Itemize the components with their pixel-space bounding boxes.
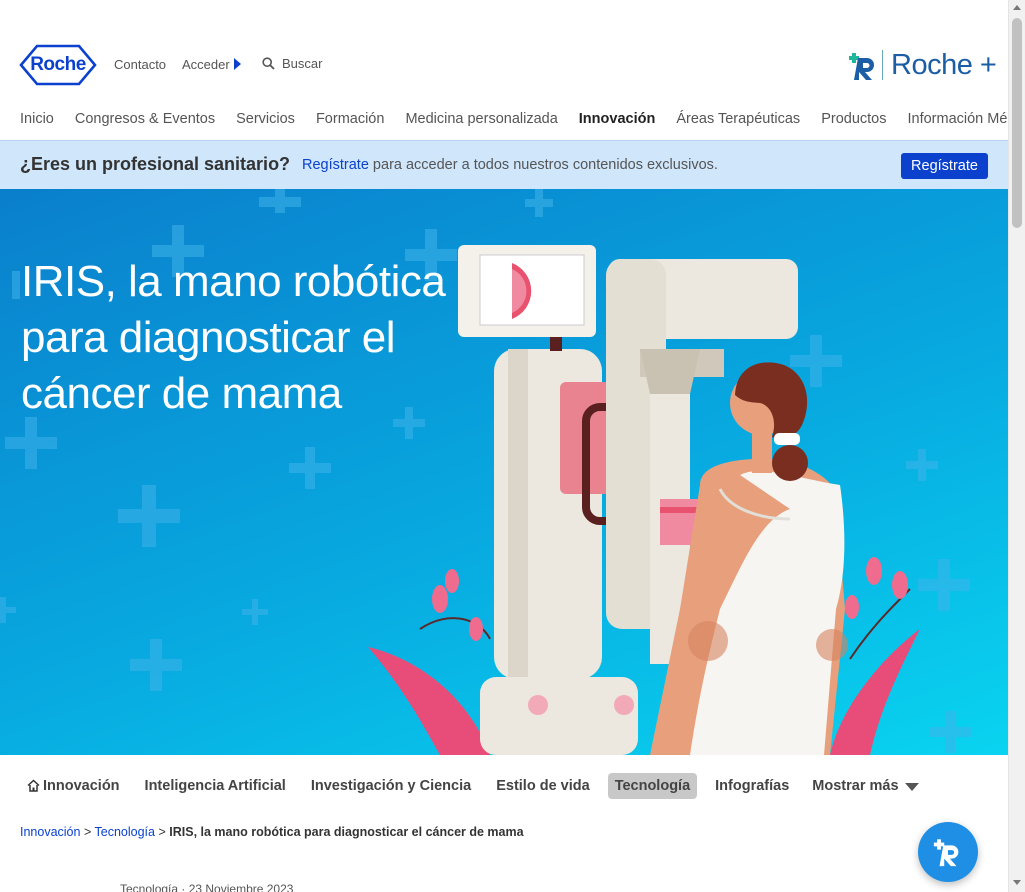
nav-item-productos[interactable]: Productos bbox=[821, 111, 886, 127]
category-infografias[interactable]: Infografías bbox=[708, 773, 796, 799]
hero-title: IRIS, la mano robótica para diagnosticar… bbox=[21, 257, 446, 418]
breadcrumb-current: IRIS, la mano robótica para diagnosticar… bbox=[169, 825, 524, 839]
category-estilo-de-vida[interactable]: Estilo de vida bbox=[489, 773, 596, 799]
scroll-up-icon[interactable] bbox=[1013, 5, 1021, 10]
hero-banner: IRIS, la mano robótica para diagnosticar… bbox=[0, 189, 1008, 755]
roche-plus-logo[interactable]: Roche + bbox=[846, 48, 997, 82]
article-meta: Tecnología · 23 Noviembre 2023 bbox=[120, 882, 294, 892]
category-inteligencia-artificial[interactable]: Inteligencia Artificial bbox=[138, 773, 293, 799]
category-investigacion[interactable]: Investigación y Ciencia bbox=[304, 773, 478, 799]
roche-plus-chat-button[interactable] bbox=[918, 822, 978, 882]
nav-item-congresos[interactable]: Congresos & Eventos bbox=[75, 111, 215, 127]
search-placeholder: Buscar bbox=[282, 56, 323, 71]
roche-plus-text: Roche + bbox=[891, 48, 997, 81]
roche-plus-icon bbox=[849, 53, 874, 80]
logo-divider bbox=[882, 50, 883, 80]
breadcrumb-innovacion[interactable]: Innovación bbox=[20, 825, 80, 839]
banner-text: Regístrate para acceder a todos nuestros… bbox=[302, 157, 718, 173]
site-header: Roche Contacto Acceder Buscar Roche + In… bbox=[0, 0, 1025, 140]
scroll-down-icon[interactable] bbox=[1013, 880, 1021, 885]
logo-text: Roche bbox=[30, 54, 86, 75]
banner-text-rest: para acceder a todos nuestros contenidos… bbox=[368, 157, 718, 173]
banner-question: ¿Eres un profesional sanitario? bbox=[20, 154, 291, 174]
nav-item-servicios[interactable]: Servicios bbox=[236, 111, 295, 127]
nav-item-formacion[interactable]: Formación bbox=[316, 111, 385, 127]
login-link[interactable]: Acceder bbox=[182, 57, 241, 72]
roche-logo[interactable]: Roche bbox=[19, 44, 97, 86]
category-label: Innovación bbox=[43, 778, 120, 794]
breadcrumb-separator: > bbox=[83, 825, 92, 839]
search-input[interactable]: Buscar bbox=[262, 56, 322, 71]
login-label: Acceder bbox=[182, 57, 230, 72]
chevron-down-icon bbox=[904, 783, 919, 791]
caret-right-icon bbox=[233, 58, 241, 70]
category-bar: Innovación Inteligencia Artificial Inves… bbox=[20, 773, 919, 799]
show-more-label: Mostrar más bbox=[812, 778, 899, 794]
search-icon bbox=[262, 57, 275, 70]
page-scrollbar[interactable] bbox=[1008, 0, 1025, 892]
breadcrumb-separator: > bbox=[158, 825, 166, 839]
roche-plus-icon bbox=[933, 839, 959, 867]
breadcrumb: Innovación > Tecnología > IRIS, la mano … bbox=[20, 825, 524, 839]
register-button[interactable]: Regístrate bbox=[901, 153, 988, 179]
show-more-button[interactable]: Mostrar más bbox=[812, 778, 919, 794]
contact-link[interactable]: Contacto bbox=[114, 57, 166, 72]
nav-item-inicio[interactable]: Inicio bbox=[20, 111, 54, 127]
register-link[interactable]: Regístrate bbox=[302, 157, 369, 173]
home-icon bbox=[27, 779, 40, 792]
nav-item-areas[interactable]: Áreas Terapéuticas bbox=[676, 111, 800, 127]
register-banner: ¿Eres un profesional sanitario? Regístra… bbox=[0, 140, 1008, 189]
nav-item-innovacion[interactable]: Innovación bbox=[579, 111, 656, 127]
nav-item-medicina[interactable]: Medicina personalizada bbox=[405, 111, 557, 127]
category-innovacion[interactable]: Innovación bbox=[20, 773, 127, 799]
breadcrumb-tecnologia[interactable]: Tecnología bbox=[95, 825, 155, 839]
category-tecnologia[interactable]: Tecnología bbox=[607, 773, 698, 799]
scrollbar-thumb[interactable] bbox=[1012, 18, 1022, 228]
main-nav: Inicio Congresos & Eventos Servicios For… bbox=[20, 111, 1025, 127]
